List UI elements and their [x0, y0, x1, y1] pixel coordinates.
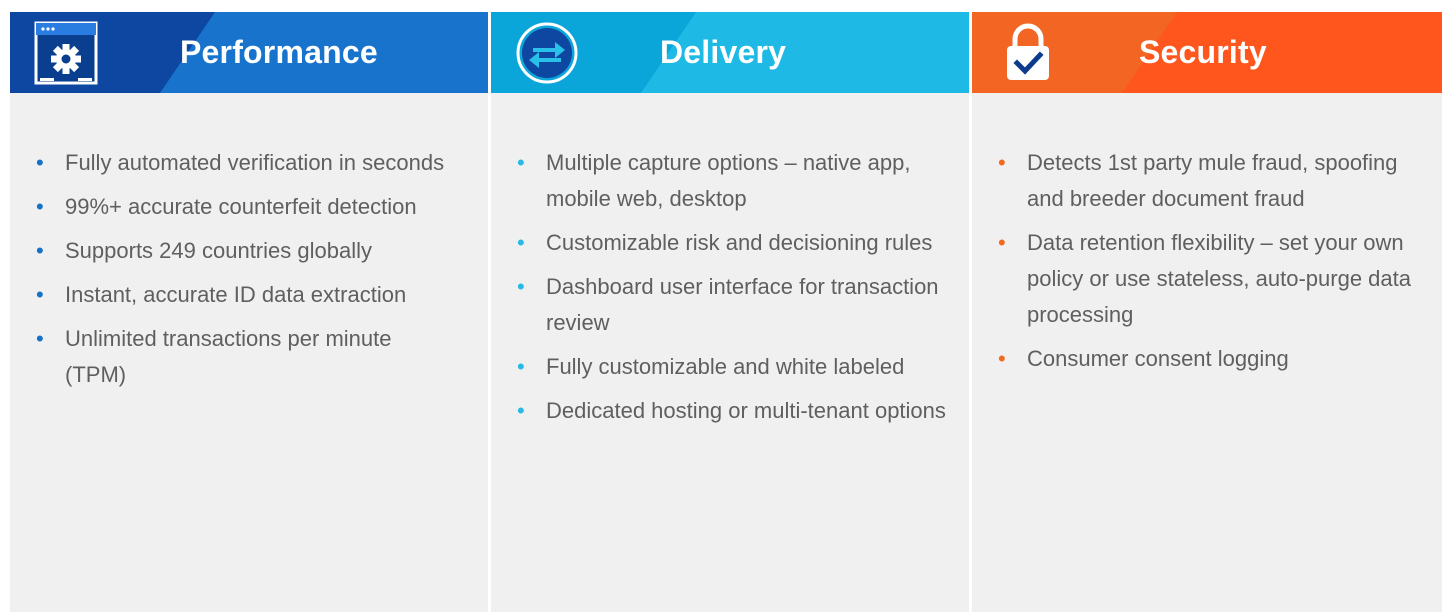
column-title: Performance	[180, 34, 378, 70]
bullet-dot: •	[998, 346, 1006, 371]
bullet-dot: •	[517, 274, 525, 299]
list-item: • Customizable risk and decisioning rules	[517, 225, 947, 261]
list-item: • Fully automated verification in seconds	[36, 145, 456, 181]
bullet-dot: •	[36, 282, 44, 307]
bullet-list: • Detects 1st party mule fraud, spoofing …	[998, 145, 1418, 385]
list-item: • Data retention flexibility – set your o…	[998, 225, 1418, 333]
bullet-dot: •	[517, 398, 525, 423]
bullet-list: • Multiple capture options – native app, …	[517, 145, 947, 437]
list-item: • Dashboard user interface for transactio…	[517, 269, 947, 341]
performance-column: Performance • Fully automated verificatio…	[10, 12, 488, 612]
list-item: • Detects 1st party mule fraud, spoofing …	[998, 145, 1418, 217]
transfer-arrows-icon	[515, 21, 579, 90]
list-item: • Multiple capture options – native app, …	[517, 145, 947, 217]
bullet-dot: •	[36, 238, 44, 263]
bullet-dot: •	[517, 150, 525, 175]
feature-columns: Performance • Fully automated verificatio…	[10, 12, 1442, 612]
security-column: Security • Detects 1st party mule fraud, …	[972, 12, 1442, 612]
list-item: • Instant, accurate ID data extraction	[36, 277, 456, 313]
column-title: Delivery	[660, 34, 787, 70]
performance-header: Performance	[10, 12, 488, 93]
bullet-dot: •	[517, 230, 525, 255]
list-item: • Dedicated hosting or multi-tenant optio…	[517, 393, 947, 429]
delivery-column: Delivery • Multiple capture options – nat…	[491, 12, 969, 612]
list-item: • Supports 249 countries globally	[36, 233, 456, 269]
security-header: Security	[972, 12, 1442, 93]
delivery-header: Delivery	[491, 12, 969, 93]
padlock-check-icon	[998, 20, 1058, 89]
bullet-dot: •	[998, 150, 1006, 175]
bullet-dot: •	[998, 230, 1006, 255]
column-title: Security	[1139, 34, 1267, 70]
list-item: • Fully customizable and white labeled	[517, 349, 947, 385]
list-item: • 99%+ accurate counterfeit detection	[36, 189, 456, 225]
list-item: • Consumer consent logging	[998, 341, 1418, 377]
bullet-list: • Fully automated verification in seconds…	[36, 145, 456, 401]
settings-window-icon	[34, 21, 98, 90]
list-item: • Unlimited transactions per minute (TPM)	[36, 321, 456, 393]
bullet-dot: •	[517, 354, 525, 379]
bullet-dot: •	[36, 194, 44, 219]
bullet-dot: •	[36, 150, 44, 175]
bullet-dot: •	[36, 326, 44, 351]
